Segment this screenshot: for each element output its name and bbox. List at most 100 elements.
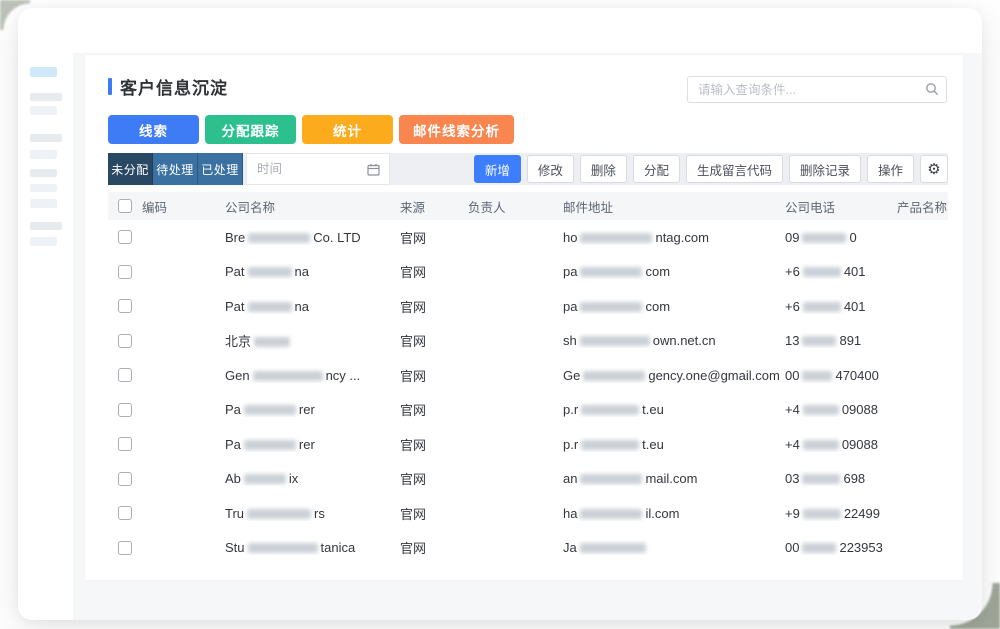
cell-source: 官网 <box>400 469 468 488</box>
cell-phone: +922499 <box>785 506 897 521</box>
cell-source: 官网 <box>400 262 468 281</box>
cell-company: Stutanica <box>225 540 400 555</box>
row-checkbox[interactable] <box>118 541 132 555</box>
redacted-text <box>580 543 646 553</box>
column-header: 负责人 <box>468 197 563 216</box>
checkbox-cell <box>108 541 142 555</box>
checkbox-cell <box>108 265 142 279</box>
filter-tab-1[interactable]: 未分配 <box>108 153 153 185</box>
redacted-text <box>580 509 642 519</box>
table-header: 编码公司名称来源负责人邮件地址公司电话产品名称 <box>108 192 948 220</box>
sidebar-placeholder-bar <box>30 134 62 142</box>
redacted-text <box>580 336 650 346</box>
cell-source: 官网 <box>400 400 468 419</box>
table-row[interactable]: Abix官网anmail.com03698 <box>108 462 948 497</box>
settings-button[interactable]: ⚙ <box>920 155 948 183</box>
sidebar-placeholder-bar <box>30 93 62 101</box>
action-button-6[interactable]: 删除记录 <box>789 155 861 183</box>
filter-toolbar: 未分配待处理已处理 新增修改删除分配 <box>108 153 948 185</box>
calendar-icon[interactable] <box>367 163 380 181</box>
checkbox-cell <box>108 437 142 451</box>
sidebar-placeholder-bar <box>30 150 57 159</box>
nav-button-4[interactable]: 邮件线索分析 <box>399 115 514 144</box>
action-button-3[interactable]: 删除 <box>580 155 627 183</box>
redacted-text <box>580 233 652 243</box>
filter-tab-3[interactable]: 已处理 <box>198 153 243 185</box>
cell-company: Patna <box>225 264 400 279</box>
sidebar-skeleton <box>18 8 73 620</box>
nav-button-3[interactable]: 统计 <box>302 115 393 144</box>
cell-phone: +6401 <box>785 299 897 314</box>
table-row[interactable]: Trurs官网hail.com+922499 <box>108 496 948 531</box>
select-all-checkbox[interactable] <box>118 199 132 213</box>
column-header: 产品名称 <box>897 197 948 216</box>
redacted-text <box>244 474 286 484</box>
cell-source: 官网 <box>400 435 468 454</box>
action-button-4[interactable]: 分配 <box>633 155 680 183</box>
cell-email: Ja <box>563 540 785 555</box>
table-row[interactable]: Parer官网p.rt.eu+409088 <box>108 393 948 428</box>
redacted-text <box>580 474 642 484</box>
cell-email: Gegency.one@gmail.com <box>563 368 785 383</box>
redacted-text <box>248 233 310 243</box>
cell-phone: 03698 <box>785 471 897 486</box>
action-button-7[interactable]: 操作 <box>867 155 914 183</box>
redacted-text <box>248 543 318 553</box>
action-button-5[interactable]: 生成留言代码 <box>686 155 783 183</box>
column-header: 公司名称 <box>225 197 400 216</box>
checkbox-cell <box>108 403 142 417</box>
cell-phone: +409088 <box>785 402 897 417</box>
gear-icon: ⚙ <box>927 160 940 178</box>
row-checkbox[interactable] <box>118 472 132 486</box>
search-icon[interactable] <box>925 82 939 101</box>
cell-phone: 090 <box>785 230 897 245</box>
main-panel: 客户信息沉淀 线索分配跟踪统计邮件线索分析 未分配待处理已处理 <box>73 53 982 620</box>
redacted-text <box>253 371 323 381</box>
search-input[interactable] <box>687 76 947 103</box>
table-row[interactable]: 北京官网shown.net.cn13891 <box>108 324 948 359</box>
row-checkbox[interactable] <box>118 437 132 451</box>
table-row[interactable]: Patna官网pacom+6401 <box>108 289 948 324</box>
cell-email: hail.com <box>563 506 785 521</box>
toolbar-buttons: 新增修改删除分配生成留言代码删除记录操作 <box>474 155 914 183</box>
redacted-text <box>248 267 292 277</box>
action-button-1[interactable]: 新增 <box>474 155 521 183</box>
checkbox-cell <box>108 230 142 244</box>
row-checkbox[interactable] <box>118 334 132 348</box>
nav-button-2[interactable]: 分配跟踪 <box>205 115 296 144</box>
table-row[interactable]: Patna官网pacom+6401 <box>108 255 948 290</box>
table-row[interactable]: BreCo. LTD官网hontag.com090 <box>108 220 948 255</box>
title-accent-bar <box>108 78 112 95</box>
column-header: 编码 <box>142 197 225 216</box>
redacted-text <box>803 509 841 519</box>
app-window: 客户信息沉淀 线索分配跟踪统计邮件线索分析 未分配待处理已处理 <box>18 8 982 620</box>
filter-tab-2[interactable]: 待处理 <box>153 153 198 185</box>
redacted-text <box>803 440 839 450</box>
row-checkbox[interactable] <box>118 299 132 313</box>
row-checkbox[interactable] <box>118 230 132 244</box>
row-checkbox[interactable] <box>118 403 132 417</box>
table-row[interactable]: Stutanica官网Ja00223953 <box>108 531 948 566</box>
row-checkbox[interactable] <box>118 506 132 520</box>
row-checkbox[interactable] <box>118 265 132 279</box>
toolbar-right: 新增修改删除分配生成留言代码删除记录操作 ⚙ <box>474 155 948 183</box>
column-header: 公司电话 <box>785 197 897 216</box>
cell-email: hontag.com <box>563 230 785 245</box>
sidebar-placeholder-bar <box>30 67 57 77</box>
redacted-text <box>803 267 841 277</box>
redacted-text <box>802 336 836 346</box>
cell-source: 官网 <box>400 366 468 385</box>
row-checkbox[interactable] <box>118 368 132 382</box>
redacted-text <box>581 405 639 415</box>
action-button-2[interactable]: 修改 <box>527 155 574 183</box>
checkbox-cell <box>108 472 142 486</box>
cell-phone: 13891 <box>785 333 897 348</box>
column-header: 邮件地址 <box>563 197 785 216</box>
cell-company: Parer <box>225 437 400 452</box>
cell-email: shown.net.cn <box>563 333 785 348</box>
redacted-text <box>802 543 836 553</box>
nav-button-1[interactable]: 线索 <box>108 115 199 144</box>
table-row[interactable]: Genncy ...官网Gegency.one@gmail.com0047040… <box>108 358 948 393</box>
table-row[interactable]: Parer官网p.rt.eu+409088 <box>108 427 948 462</box>
nav-buttons: 线索分配跟踪统计邮件线索分析 <box>108 115 948 144</box>
